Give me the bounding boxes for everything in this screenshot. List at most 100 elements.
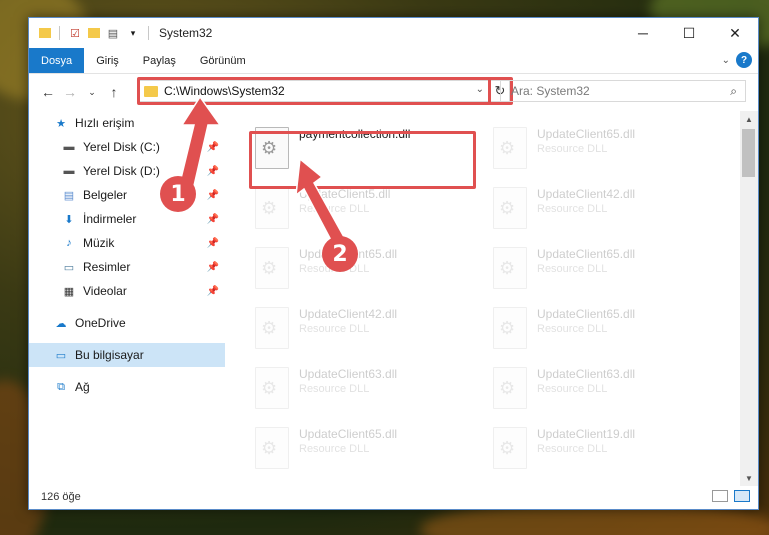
file-type: Resource DLL xyxy=(537,443,608,455)
folder-icon xyxy=(39,28,51,38)
pin-icon[interactable]: 📌 xyxy=(207,214,219,225)
sidebar-item-label: İndirmeler xyxy=(83,212,137,226)
sidebar-item-this-pc[interactable]: ▭ Bu bilgisayar xyxy=(29,343,225,367)
close-button[interactable]: ✕ xyxy=(712,18,758,48)
ribbon-right: ⌄ ? xyxy=(722,52,752,68)
chevron-down-icon[interactable]: ⌄ xyxy=(722,55,730,66)
tab-home[interactable]: Giriş xyxy=(84,48,131,73)
gear-icon: ⚙ xyxy=(261,378,278,398)
pin-icon[interactable]: 📌 xyxy=(207,262,219,273)
file-name: UpdateClient65.dll xyxy=(299,427,398,441)
tab-file[interactable]: Dosya xyxy=(29,48,85,73)
star-icon: ★ xyxy=(56,117,66,130)
new-folder-icon[interactable] xyxy=(88,28,100,38)
documents-icon: ▤ xyxy=(63,189,75,202)
help-icon[interactable]: ? xyxy=(736,52,752,68)
search-icon[interactable]: ⌕ xyxy=(730,84,737,99)
maximize-button[interactable]: ☐ xyxy=(666,18,712,48)
file-type: Resource DLL xyxy=(537,323,608,335)
scroll-thumb[interactable] xyxy=(742,129,755,177)
file-item[interactable]: ⚙ UpdateClient5.dll Resource DLL xyxy=(249,181,481,237)
tab-share[interactable]: Paylaş xyxy=(131,48,188,73)
file-type: Resource DLL xyxy=(537,143,608,155)
file-type: Resource DLL xyxy=(537,263,608,275)
file-item[interactable]: ⚙ UpdateClient65.dll Resource DLL xyxy=(487,241,719,297)
recent-locations-button[interactable]: ⌄ xyxy=(81,87,103,98)
scroll-up-arrow[interactable]: ▲ xyxy=(740,111,758,127)
scroll-down-arrow[interactable]: ▼ xyxy=(740,470,758,486)
forward-button[interactable]: → xyxy=(59,84,81,100)
sidebar-item-label: Hızlı erişim xyxy=(75,116,135,130)
sidebar-item-label: Ağ xyxy=(75,380,90,394)
sidebar-item-label: OneDrive xyxy=(75,316,126,330)
file-item[interactable]: ⚙ UpdateClient65.dllResource DLL xyxy=(249,241,481,297)
file-name: UpdateClient65.dll xyxy=(537,247,636,261)
cloud-icon: ☁ xyxy=(55,317,67,330)
up-button[interactable]: ↑ xyxy=(103,84,125,100)
sidebar-item-downloads[interactable]: ⬇ İndirmeler 📌 xyxy=(29,207,225,231)
file-name: UpdateClient19.dll xyxy=(537,427,636,441)
sidebar-item-label: Resimler xyxy=(83,260,131,274)
sidebar-item-label: Videolar xyxy=(83,284,127,298)
file-item[interactable]: ⚙ UpdateClient63.dll Resource DLL xyxy=(487,361,719,417)
computer-icon: ▭ xyxy=(55,349,67,362)
gear-icon: ⚙ xyxy=(499,198,516,218)
window-title: System32 xyxy=(159,26,213,40)
item-count: 126 öğe xyxy=(41,491,81,503)
navigation-bar: ← → ⌄ ↑ C:\Windows\System32 ⌄ ↻ Ara: Sys… xyxy=(29,74,758,110)
download-icon: ⬇ xyxy=(64,213,74,226)
customize-toolbar-icon[interactable]: ▤ xyxy=(106,26,120,40)
file-item[interactable]: ⚙ UpdateClient42.dll Resource DLL xyxy=(249,301,481,357)
dll-file-icon: ⚙ xyxy=(255,427,289,469)
dll-file-icon: ⚙ xyxy=(493,127,527,169)
file-item[interactable]: ⚙ UpdateClient42.dll Resource DLL xyxy=(487,181,719,237)
network-icon: ⧉ xyxy=(57,380,65,393)
explorer-window: ☑ ▤ ▾ System32 ─ ☐ ✕ Dosya Giriş Paylaş … xyxy=(28,17,759,510)
gear-icon: ⚙ xyxy=(499,378,516,398)
sidebar-item-network[interactable]: ⧉ Ağ xyxy=(29,375,225,399)
gear-icon: ⚙ xyxy=(261,318,278,338)
file-item[interactable]: ⚙ UpdateClient63.dll Resource DLL xyxy=(249,361,481,417)
back-button[interactable]: ← xyxy=(37,84,59,100)
search-input[interactable]: Ara: System32 ⌕ xyxy=(500,80,746,102)
file-item[interactable]: ⚙ UpdateClient65.dllResource DLL xyxy=(249,421,481,477)
file-item[interactable]: ⚙ UpdateClient65.dllResource DLL xyxy=(487,301,719,357)
file-type: Resource DLL xyxy=(537,383,608,395)
dll-file-icon: ⚙ xyxy=(255,247,289,289)
file-name: UpdateClient42.dll xyxy=(299,307,398,321)
pin-icon[interactable]: 📌 xyxy=(207,238,219,249)
video-icon: ▦ xyxy=(63,285,75,298)
tiles-view-icon[interactable] xyxy=(734,490,750,502)
file-name: UpdateClient42.dll xyxy=(537,187,636,201)
sidebar-item-label: Yerel Disk (D:) xyxy=(83,164,160,178)
file-item[interactable]: ⚙ UpdateClient19.dll Resource DLL xyxy=(487,421,719,477)
gear-icon: ⚙ xyxy=(261,258,278,278)
details-view-icon[interactable] xyxy=(712,490,728,502)
file-type: Resource DLL xyxy=(299,383,370,395)
file-item[interactable]: ⚙ UpdateClient65.dllResource DLL xyxy=(487,121,719,177)
vertical-scrollbar[interactable]: ▲ ▼ xyxy=(740,111,758,486)
sidebar-item-music[interactable]: ♪ Müzik 📌 xyxy=(29,231,225,255)
step-badge-1: 1 xyxy=(160,176,196,212)
tab-view[interactable]: Görünüm xyxy=(188,48,258,73)
file-name: UpdateClient65.dll xyxy=(537,307,636,321)
dll-file-icon: ⚙ xyxy=(493,247,527,289)
chevron-down-icon[interactable]: ▾ xyxy=(126,26,140,40)
dll-file-icon: ⚙ xyxy=(255,367,289,409)
view-toggle xyxy=(712,490,750,502)
sidebar-item-label: Bu bilgisayar xyxy=(75,348,144,362)
step-badge-2: 2 xyxy=(322,236,358,272)
sidebar-item-onedrive[interactable]: ☁ OneDrive xyxy=(29,311,225,335)
gear-icon: ⚙ xyxy=(499,438,516,458)
divider xyxy=(59,26,60,40)
file-name: UpdateClient63.dll xyxy=(537,367,636,381)
sidebar-item-videos[interactable]: ▦ Videolar 📌 xyxy=(29,279,225,303)
dll-file-icon: ⚙ xyxy=(493,187,527,229)
minimize-button[interactable]: ─ xyxy=(620,18,666,48)
highlight-box-file xyxy=(249,131,476,189)
pin-icon[interactable]: 📌 xyxy=(207,286,219,297)
window-controls: ─ ☐ ✕ xyxy=(620,18,758,48)
properties-icon[interactable]: ☑ xyxy=(68,26,82,40)
sidebar-item-pictures[interactable]: ▭ Resimler 📌 xyxy=(29,255,225,279)
